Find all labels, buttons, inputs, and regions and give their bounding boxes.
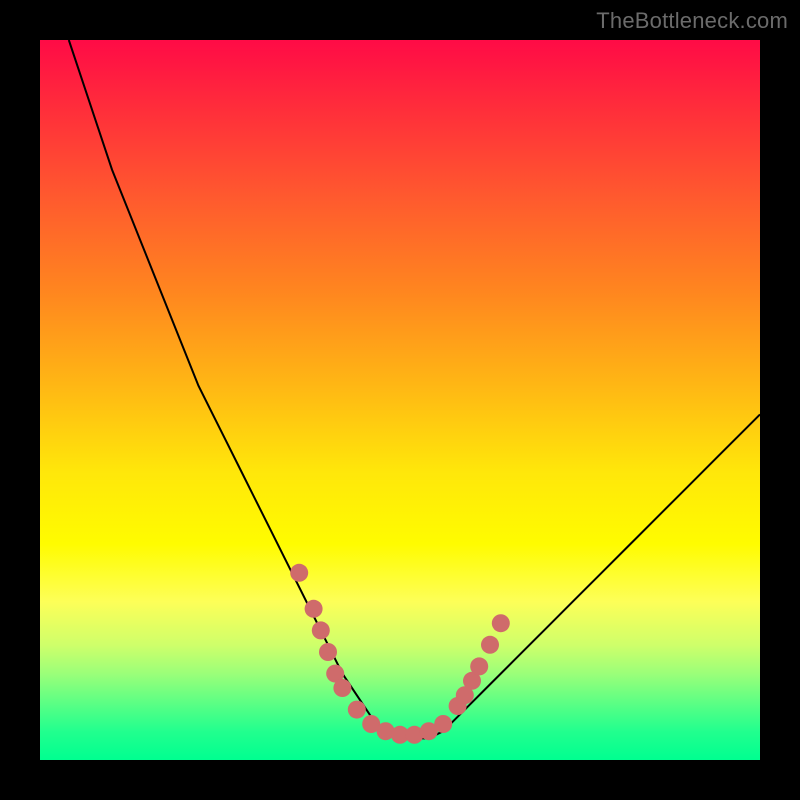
highlight-marker bbox=[434, 715, 452, 733]
highlight-marker bbox=[348, 701, 366, 719]
chart-svg bbox=[0, 0, 800, 800]
highlight-marker bbox=[481, 636, 499, 654]
highlight-marker bbox=[290, 564, 308, 582]
highlight-marker bbox=[470, 657, 488, 675]
highlight-marker bbox=[492, 614, 510, 632]
highlight-marker bbox=[305, 600, 323, 618]
highlight-marker bbox=[333, 679, 351, 697]
highlight-marker bbox=[319, 643, 337, 661]
chart-container: TheBottleneck.com bbox=[0, 0, 800, 800]
bottleneck-curve bbox=[69, 40, 760, 738]
highlight-marker bbox=[312, 621, 330, 639]
